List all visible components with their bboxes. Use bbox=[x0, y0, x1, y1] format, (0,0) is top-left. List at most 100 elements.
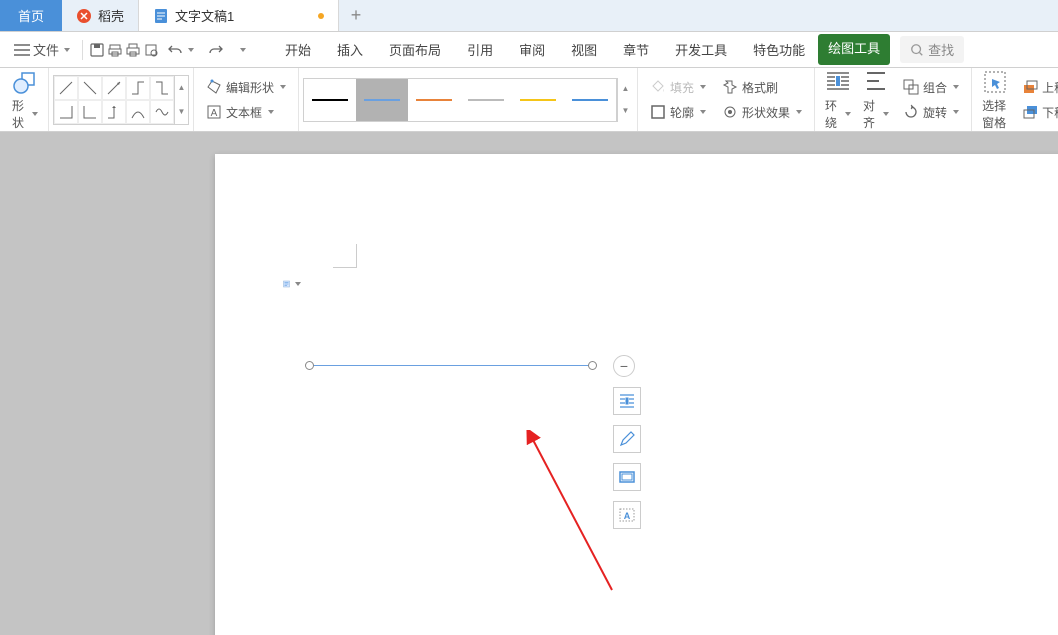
line-elbow2[interactable] bbox=[150, 76, 174, 100]
line-gallery bbox=[53, 75, 175, 125]
caret-down-icon bbox=[280, 85, 286, 89]
tab-daoke[interactable]: 稻壳 bbox=[62, 0, 139, 31]
tab-layout[interactable]: 页面布局 bbox=[376, 34, 454, 65]
group-icon bbox=[903, 79, 919, 95]
float-collapse-button[interactable]: − bbox=[613, 355, 635, 377]
move-down-icon bbox=[1022, 104, 1038, 120]
tab-review[interactable]: 审阅 bbox=[506, 34, 558, 65]
tab-document[interactable]: 文字文稿1 bbox=[139, 0, 339, 31]
line-curve1[interactable] bbox=[126, 100, 150, 124]
tab-start[interactable]: 开始 bbox=[272, 34, 324, 65]
line-curve2[interactable] bbox=[150, 100, 174, 124]
style-gray[interactable] bbox=[460, 79, 512, 121]
ribbon-row: 文件 开始 插入 页面布局 引用 审阅 视图 章节 开发工具 特色功能 绘图工具… bbox=[0, 32, 1058, 68]
shape-label: 形状 bbox=[12, 97, 28, 131]
margin-marker-top-left bbox=[333, 244, 357, 268]
shape-effect-button[interactable]: 形状效果 bbox=[718, 102, 806, 123]
style-black[interactable] bbox=[304, 79, 356, 121]
style-orange[interactable] bbox=[408, 79, 460, 121]
caret-down-icon bbox=[883, 112, 889, 116]
rotate-label: 旋转 bbox=[923, 104, 947, 121]
tab-insert[interactable]: 插入 bbox=[324, 34, 376, 65]
float-frame-button[interactable] bbox=[613, 463, 641, 491]
align-icon bbox=[863, 69, 889, 95]
daoke-icon bbox=[76, 8, 92, 24]
resize-handle-right[interactable] bbox=[588, 361, 597, 370]
tab-add-button[interactable]: + bbox=[339, 0, 373, 31]
paragraph-options-icon[interactable] bbox=[283, 275, 301, 293]
style-gallery-more[interactable]: ▲ ▼ bbox=[617, 78, 633, 122]
caret-down-icon bbox=[268, 110, 274, 114]
line-diag1[interactable] bbox=[54, 76, 78, 100]
wrap-button[interactable]: 环绕 bbox=[819, 67, 857, 133]
separator bbox=[82, 40, 83, 60]
move-up-label: 上移一 bbox=[1042, 79, 1058, 96]
outline-label: 轮廓 bbox=[670, 104, 694, 121]
edit-shape-icon bbox=[206, 79, 222, 95]
caret-down-icon bbox=[32, 112, 38, 116]
tab-daoke-label: 稻壳 bbox=[98, 6, 124, 25]
tab-view[interactable]: 视图 bbox=[558, 34, 610, 65]
shape-button[interactable]: 形状 bbox=[6, 67, 44, 133]
caret-down-icon bbox=[845, 112, 851, 116]
wrap-icon bbox=[825, 69, 851, 95]
line-elbow1[interactable] bbox=[126, 76, 150, 100]
tab-dev[interactable]: 开发工具 bbox=[662, 34, 740, 65]
style-blue[interactable] bbox=[356, 79, 408, 121]
layout-options-icon bbox=[618, 392, 636, 410]
save-button[interactable] bbox=[89, 42, 105, 58]
caret-down-icon bbox=[64, 48, 70, 52]
select-pane-button[interactable]: 选择窗格 bbox=[976, 67, 1014, 133]
line-conn1[interactable] bbox=[54, 100, 78, 124]
float-style-button[interactable] bbox=[613, 425, 641, 453]
file-menu[interactable]: 文件 bbox=[8, 37, 76, 62]
tab-reference[interactable]: 引用 bbox=[454, 34, 506, 65]
group-button[interactable]: 组合 bbox=[899, 77, 963, 98]
float-layout-button[interactable] bbox=[613, 387, 641, 415]
move-up-icon bbox=[1022, 79, 1038, 95]
selected-line-shape[interactable] bbox=[305, 360, 597, 370]
edit-shape-button[interactable]: 编辑形状 bbox=[202, 77, 290, 98]
print-button[interactable] bbox=[125, 42, 141, 58]
export-button[interactable] bbox=[143, 42, 159, 58]
file-menu-label: 文件 bbox=[33, 40, 59, 59]
tab-doc-label: 文字文稿1 bbox=[175, 6, 234, 25]
style-yellow[interactable] bbox=[512, 79, 564, 121]
align-button[interactable]: 对齐 bbox=[857, 67, 895, 133]
style-blue2[interactable] bbox=[564, 79, 616, 121]
svg-text:A: A bbox=[211, 108, 218, 119]
line-gallery-more[interactable]: ▲ ▼ bbox=[175, 75, 189, 125]
redo-button[interactable] bbox=[202, 39, 230, 61]
line-diag2[interactable] bbox=[78, 76, 102, 100]
move-down-button[interactable]: 下移一 bbox=[1018, 102, 1058, 123]
format-painter-button[interactable]: 格式刷 bbox=[718, 77, 806, 98]
search-box[interactable]: 查找 bbox=[900, 36, 964, 63]
rotate-button[interactable]: 旋转 bbox=[899, 102, 963, 123]
undo-button[interactable] bbox=[161, 39, 200, 61]
fill-button[interactable]: 填充 bbox=[646, 77, 710, 98]
tab-special[interactable]: 特色功能 bbox=[740, 34, 818, 65]
document-page[interactable]: − A bbox=[215, 154, 1058, 635]
format-painter-label: 格式刷 bbox=[742, 79, 778, 96]
tab-drawing[interactable]: 绘图工具 bbox=[818, 34, 890, 65]
resize-handle-left[interactable] bbox=[305, 361, 314, 370]
outline-button[interactable]: 轮廓 bbox=[646, 102, 710, 123]
caret-down-icon bbox=[188, 48, 194, 52]
textbox-button[interactable]: A 文本框 bbox=[202, 102, 290, 123]
move-up-button[interactable]: 上移一 bbox=[1018, 77, 1058, 98]
outline-icon bbox=[650, 104, 666, 120]
line-conn2[interactable] bbox=[78, 100, 102, 124]
textbox-label: 文本框 bbox=[226, 104, 262, 121]
print-preview-button[interactable] bbox=[107, 42, 123, 58]
tab-chapter[interactable]: 章节 bbox=[610, 34, 662, 65]
tab-home[interactable]: 首页 bbox=[0, 0, 62, 31]
caret-down-icon bbox=[953, 110, 959, 114]
group-label: 组合 bbox=[923, 79, 947, 96]
float-text-button[interactable]: A bbox=[613, 501, 641, 529]
line-conn3[interactable] bbox=[102, 100, 126, 124]
line-arrow[interactable] bbox=[102, 76, 126, 100]
more-qat[interactable] bbox=[232, 45, 252, 55]
shape-effect-label: 形状效果 bbox=[742, 104, 790, 121]
textbox-icon: A bbox=[206, 104, 222, 120]
align-label: 对齐 bbox=[863, 97, 879, 131]
